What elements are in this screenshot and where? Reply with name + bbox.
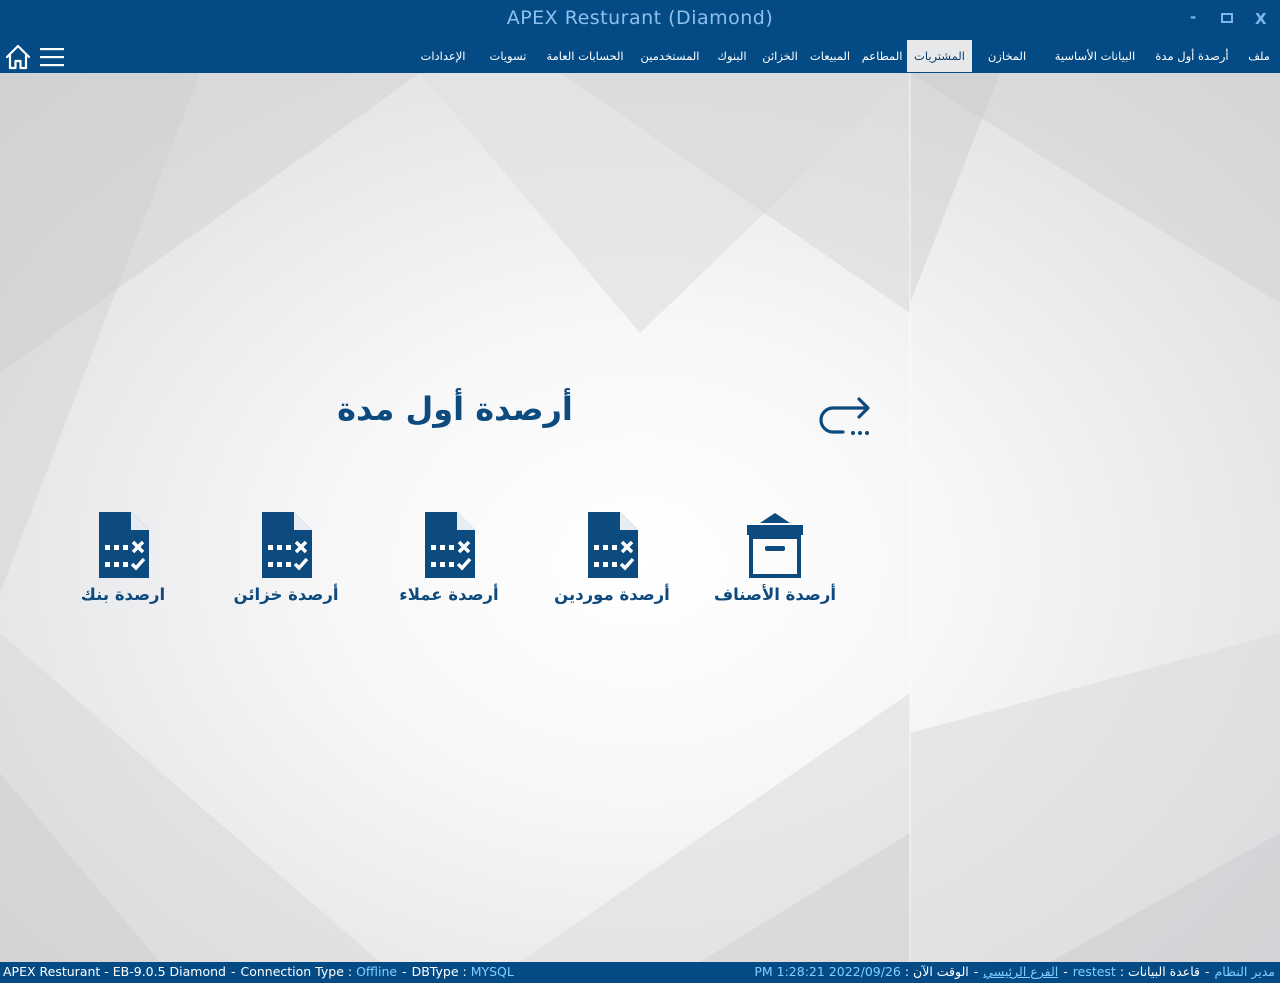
menu-file[interactable]: ملف [1242,40,1276,72]
home-icon[interactable] [5,44,31,70]
separator: - [973,964,979,979]
tile-treasuries-balances[interactable]: أرصدة خزائن [221,510,351,620]
tile-suppliers-balances[interactable]: أرصدة موردين [547,510,677,620]
separator: - [1063,964,1068,979]
document-checklist-icon [99,512,149,578]
tile-label: أرصدة عملاء [399,585,499,604]
menu-stores[interactable]: المخازن [982,40,1032,72]
menu-users[interactable]: المستخدمين [636,40,704,72]
maximize-button[interactable] [1221,13,1233,23]
user-role: مدير النظام [1214,964,1275,979]
database-label: قاعدة البيانات : [1119,964,1201,979]
connection-type-label: Connection Type : [240,964,353,979]
document-checklist-icon [425,512,475,578]
status-bar: APEX Resturant - EB-9.0.5 Diamond - Connec… [0,962,1280,983]
page-title: أرصدة أول مدة [337,390,573,428]
status-right: مدير النظام-قاعدة البيانات : restest-الف… [754,962,1275,982]
box-icon [747,513,803,578]
tile-label: أرصدة خزائن [233,585,339,604]
connection-type-value: Offline [356,964,398,979]
redo-arrow-icon[interactable] [815,390,877,440]
menu-general-accounts[interactable]: الحسابات العامة [543,40,627,72]
hamburger-menu-icon[interactable] [39,46,65,68]
minimize-button[interactable]: - [1190,8,1196,26]
branch-link[interactable]: الفرع الرئيسي [983,964,1058,979]
close-button[interactable]: X [1255,10,1267,28]
menu-treasuries[interactable]: الخزائن [758,40,802,72]
tile-label: أرصدة موردين [554,585,670,604]
separator: - [1205,964,1210,979]
tile-customers-balances[interactable]: أرصدة عملاء [384,510,514,620]
db-type-label: DBType : [411,964,467,979]
app-version: APEX Resturant - EB-9.0.5 Diamond [3,964,226,979]
separator: - [230,964,236,979]
document-checklist-icon [262,512,312,578]
tile-items-balances[interactable]: أرصدة الأصناف [710,510,840,620]
menu-opening-balances[interactable]: أرصدة أول مدة [1152,40,1232,72]
menu-banks[interactable]: البنوك [712,40,752,72]
tile-label: ارصدة بنك [80,585,166,604]
menu-restaurants[interactable]: المطاعم [858,40,906,72]
menu-basic-data[interactable]: البيانات الأساسية [1052,40,1138,72]
menu-settlements[interactable]: تسويات [484,40,532,72]
title-bar: APEX Resturant (Diamond) - X [0,0,1280,40]
document-checklist-icon [588,512,638,578]
time-value: PM 1:28:21 2022/09/26 [754,964,901,979]
db-type-value: MYSQL [470,964,514,979]
time-label: الوقت الآن : [904,964,969,979]
app-title: APEX Resturant (Diamond) [506,7,774,29]
menu-purchases[interactable]: المشتريات [907,40,972,72]
menu-sales[interactable]: المبيعات [804,40,856,72]
menu-settings[interactable]: الإعدادات [414,40,472,72]
tile-bank-balances[interactable]: ارصدة بنك [58,510,188,620]
status-left: APEX Resturant - EB-9.0.5 Diamond - Connec… [3,962,514,982]
menu-bar: ملف أرصدة أول مدة البيانات الأساسية المخ… [0,40,1280,73]
separator: - [402,964,407,979]
database-value: restest [1072,964,1116,979]
tile-label: أرصدة الأصناف [713,585,837,604]
